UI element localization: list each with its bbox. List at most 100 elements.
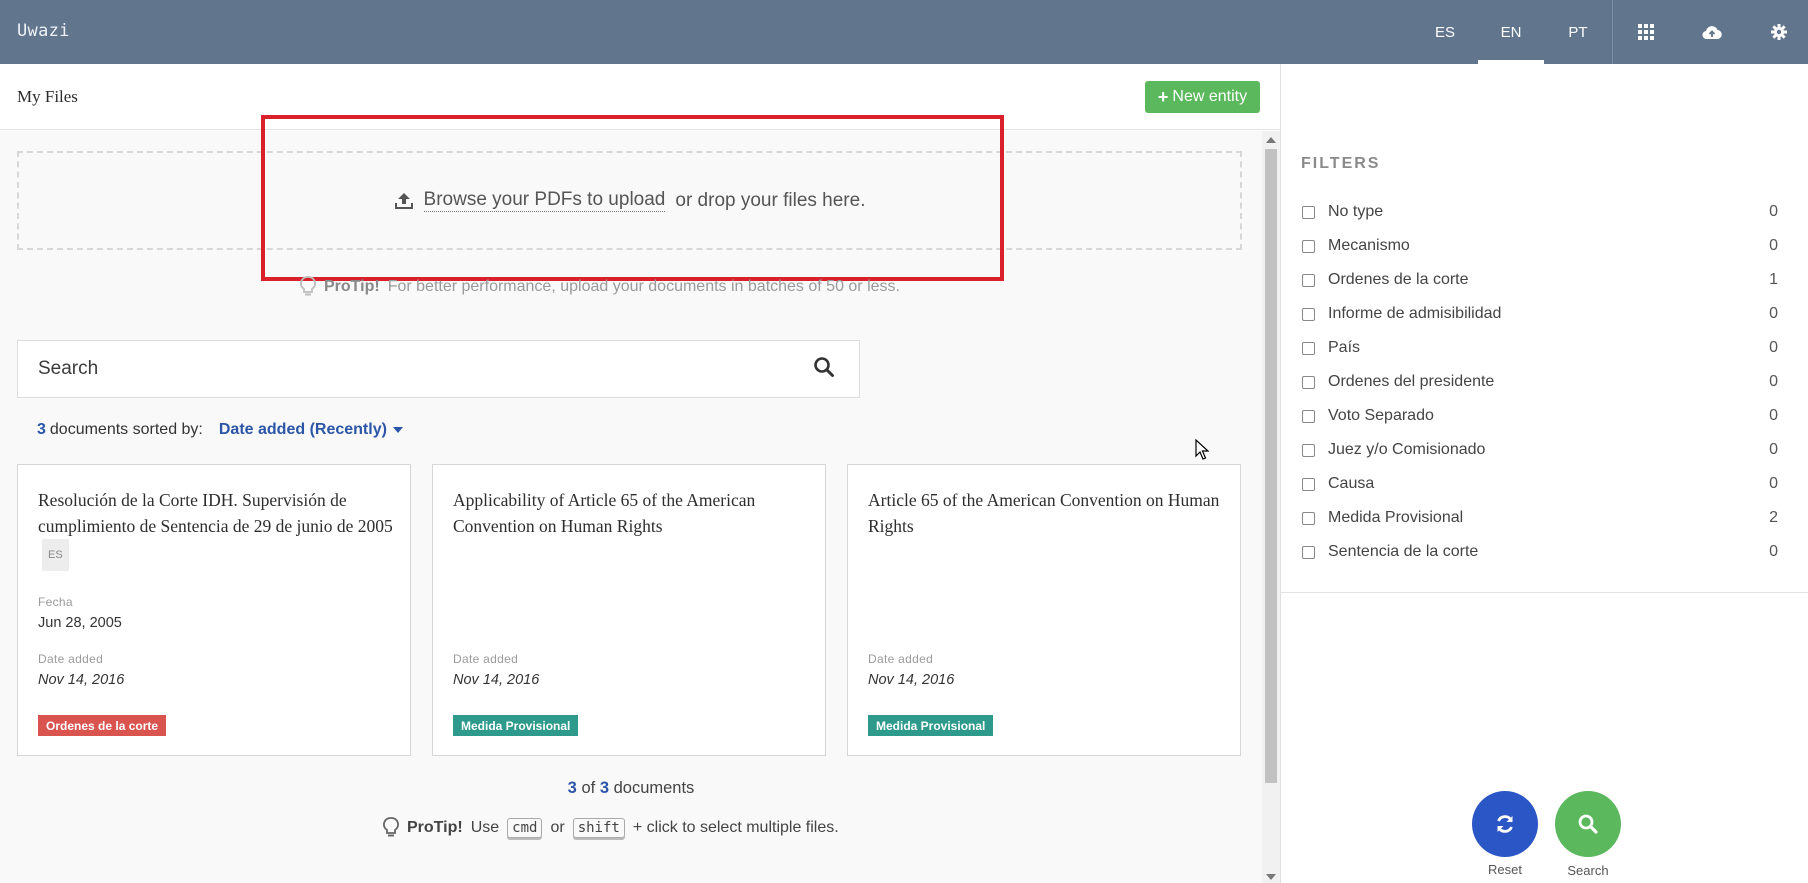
type-badge: Medida Provisional [868, 715, 994, 736]
new-entity-button[interactable]: + New entity [1145, 81, 1260, 113]
shift-key: shift [572, 818, 625, 838]
sort-row: 3 documents sorted by: Date added (Recen… [37, 421, 403, 439]
sort-dropdown[interactable]: Date added (Recently) [219, 421, 403, 439]
search-box [17, 340, 860, 398]
filter-option[interactable]: Informe de admisibilidad 0 [1302, 302, 1778, 326]
page-title: My Files [17, 87, 78, 106]
search-button[interactable] [1555, 791, 1621, 857]
documents-text: documents [613, 779, 695, 797]
filter-label: No type [1328, 203, 1384, 220]
filter-count: 0 [1769, 237, 1778, 254]
filter-option[interactable]: Ordenes de la corte 1 [1302, 268, 1778, 292]
filter-count: 0 [1769, 305, 1778, 322]
lang-en[interactable]: EN [1478, 0, 1544, 64]
filter-option[interactable]: No type 0 [1302, 200, 1778, 224]
filters-divider [1281, 592, 1808, 593]
sorted-by-text: documents sorted by: [49, 421, 203, 438]
grid-icon[interactable] [1613, 0, 1679, 64]
reset-label: Reset [1488, 862, 1522, 877]
filter-option[interactable]: Mecanismo 0 [1302, 234, 1778, 258]
highlight-annotation [261, 115, 1004, 281]
filter-label: Causa [1328, 475, 1375, 492]
search-icon [1578, 814, 1598, 834]
filter-count: 0 [1769, 475, 1778, 492]
filter-checkbox[interactable] [1302, 375, 1315, 389]
language-badge: ES [42, 539, 69, 571]
filter-count: 0 [1769, 441, 1778, 458]
lightbulb-icon [300, 276, 316, 296]
document-title: Resolución de la Corte IDH. Supervisión … [38, 487, 398, 571]
filter-label: Sentencia de la corte [1328, 543, 1479, 560]
upload-protip: ProTip! For better performance, upload y… [300, 276, 900, 298]
protip-text: For better performance, upload your docu… [387, 278, 900, 295]
filter-label: Medida Provisional [1328, 509, 1464, 526]
reset-button[interactable] [1472, 791, 1538, 857]
filter-option[interactable]: Ordenes del presidente 0 [1302, 370, 1778, 394]
protip-label: ProTip! [324, 278, 380, 295]
filter-count: 0 [1769, 543, 1778, 560]
filter-checkbox[interactable] [1302, 239, 1315, 253]
protip-end-text: + click to select multiple files. [632, 819, 839, 836]
lightbulb-icon [383, 817, 399, 837]
filter-option[interactable]: Medida Provisional 2 [1302, 506, 1778, 530]
filter-checkbox[interactable] [1302, 307, 1315, 321]
filter-checkbox[interactable] [1302, 409, 1315, 423]
document-title-text: Resolución de la Corte IDH. Supervisión … [38, 490, 393, 536]
gear-icon[interactable] [1746, 0, 1808, 64]
search-icon[interactable] [813, 356, 835, 378]
search-label: Search [1567, 863, 1609, 878]
date-added-value: Nov 14, 2016 [38, 672, 125, 688]
caret-down-icon [392, 427, 403, 433]
cloud-upload-icon[interactable] [1679, 0, 1745, 64]
protip-use-text: Use [470, 819, 500, 836]
filter-option[interactable]: Sentencia de la corte 0 [1302, 540, 1778, 564]
top-navbar: Uwazi ES EN PT [0, 0, 1808, 64]
documents-count: 3 [37, 421, 46, 438]
scroll-down-icon[interactable] [1266, 874, 1276, 880]
selection-protip: ProTip! Use cmd or shift + click to sele… [383, 817, 839, 839]
main-scrollbar[interactable] [1262, 131, 1280, 883]
lang-pt[interactable]: PT [1545, 0, 1611, 64]
mouse-cursor-icon [1195, 439, 1209, 460]
filter-label: País [1328, 339, 1361, 356]
total-count: 3 [599, 779, 609, 797]
filter-checkbox[interactable] [1302, 443, 1315, 457]
date-added-label: Date added [453, 652, 519, 666]
app-brand[interactable]: Uwazi [17, 21, 70, 41]
search-input[interactable] [38, 358, 738, 380]
document-card[interactable]: Article 65 of the American Convention on… [847, 464, 1241, 756]
plus-icon: + [1157, 86, 1169, 107]
document-card[interactable]: Resolución de la Corte IDH. Supervisión … [17, 464, 411, 756]
protip-label: ProTip! [407, 819, 463, 836]
filter-checkbox[interactable] [1302, 273, 1315, 287]
filter-option[interactable]: País 0 [1302, 336, 1778, 360]
date-added-label: Date added [38, 652, 104, 666]
filter-option[interactable]: Juez y/o Comisionado 0 [1302, 438, 1778, 462]
scroll-up-icon[interactable] [1266, 137, 1276, 143]
filter-label: Ordenes del presidente [1328, 373, 1495, 390]
filter-checkbox[interactable] [1302, 341, 1315, 355]
date-added-value: Nov 14, 2016 [868, 672, 955, 688]
filter-option[interactable]: Causa 0 [1302, 472, 1778, 496]
filters-title: FILTERS [1301, 155, 1381, 172]
filter-checkbox[interactable] [1302, 477, 1315, 491]
filter-checkbox[interactable] [1302, 545, 1315, 559]
scroll-thumb[interactable] [1265, 149, 1277, 783]
filter-option[interactable]: Voto Separado 0 [1302, 404, 1778, 428]
filter-checkbox[interactable] [1302, 511, 1315, 525]
date-added-label: Date added [868, 652, 934, 666]
filter-checkbox[interactable] [1302, 205, 1315, 219]
of-text: of [581, 779, 596, 797]
fecha-value: Jun 28, 2005 [38, 615, 122, 631]
filter-count: 2 [1769, 509, 1778, 526]
documents-count-summary: 3 of 3 documents [0, 779, 1262, 798]
sort-value: Date added (Recently) [218, 421, 387, 438]
filter-count: 0 [1769, 407, 1778, 424]
lang-es[interactable]: ES [1412, 0, 1478, 64]
protip-or-text: or [550, 819, 565, 836]
document-card[interactable]: Applicability of Article 65 of the Ameri… [432, 464, 826, 756]
filter-label: Ordenes de la corte [1328, 271, 1469, 288]
filter-count: 1 [1769, 271, 1778, 288]
refresh-icon [1497, 815, 1513, 833]
filter-label: Mecanismo [1328, 237, 1410, 254]
